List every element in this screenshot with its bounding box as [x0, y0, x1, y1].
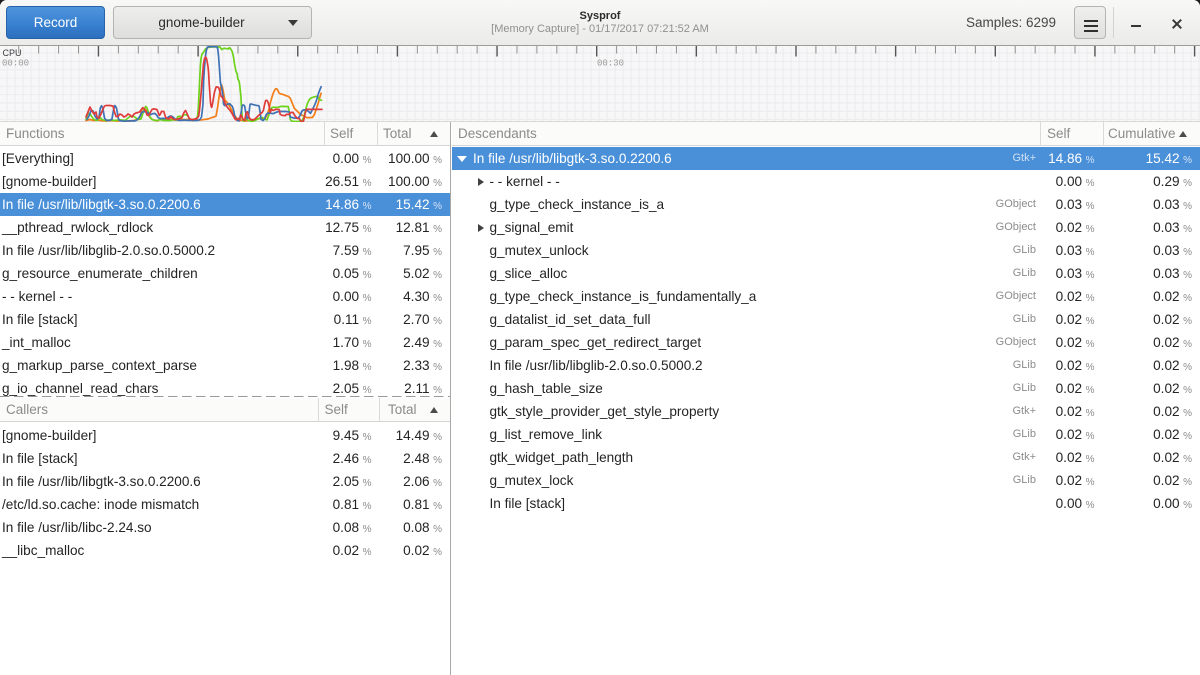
svg-text:00:00: 00:00: [2, 59, 29, 69]
svg-text:CPU: CPU: [3, 48, 22, 58]
svg-text:00:30: 00:30: [597, 59, 624, 69]
